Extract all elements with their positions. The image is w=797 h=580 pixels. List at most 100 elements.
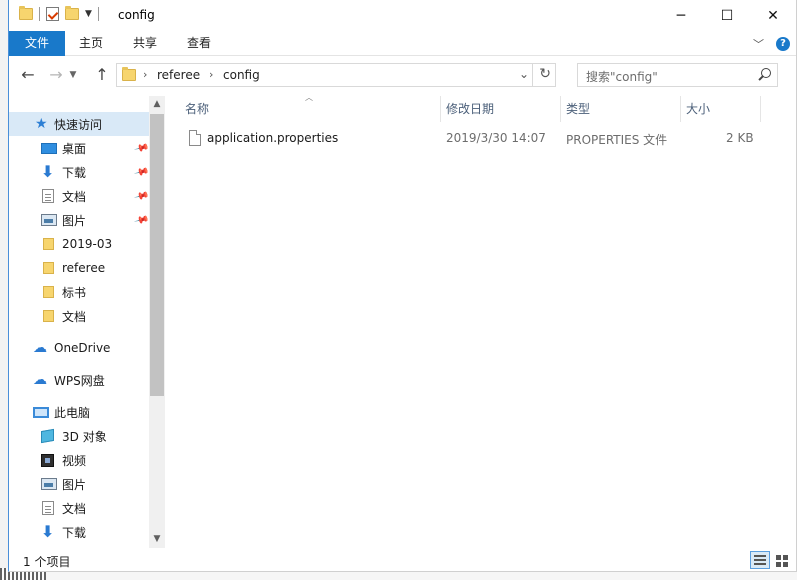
- folder-icon: [43, 262, 54, 274]
- nav-item-onedrive[interactable]: ☁ OneDrive: [9, 336, 149, 360]
- nav-item-label: 下载: [62, 165, 87, 180]
- column-divider[interactable]: [440, 96, 441, 122]
- address-history-chevron-icon[interactable]: ⌄: [519, 67, 529, 81]
- sort-ascending-icon: ︿: [305, 93, 313, 102]
- breadcrumb-config[interactable]: config: [223, 68, 260, 82]
- breadcrumb-separator[interactable]: ›: [209, 68, 213, 81]
- breadcrumb-referee[interactable]: referee: [157, 68, 200, 82]
- file-size: 2 KB: [726, 131, 754, 145]
- background-edge: [0, 0, 8, 580]
- search-icon[interactable]: [761, 68, 771, 78]
- pin-icon[interactable]: 📌: [133, 188, 149, 204]
- close-button[interactable]: ✕: [750, 0, 796, 31]
- up-button[interactable]: ↑: [91, 64, 113, 86]
- column-divider[interactable]: [560, 96, 561, 122]
- nav-item-label: 图片: [62, 477, 87, 492]
- tab-view[interactable]: 查看: [181, 31, 217, 56]
- address-bar[interactable]: › referee › config ⌄ ↻: [116, 63, 556, 87]
- recent-locations-dropdown[interactable]: ▼: [67, 64, 79, 86]
- nav-item-folder-biaoshu[interactable]: 标书: [9, 280, 149, 304]
- nav-item-desktop[interactable]: 桌面 📌: [9, 136, 149, 160]
- column-header-size[interactable]: 大小: [686, 96, 710, 122]
- nav-item-folder-documents[interactable]: 文档: [9, 304, 149, 328]
- maximize-button[interactable]: ☐: [704, 0, 750, 31]
- file-modified: 2019/3/30 14:07: [446, 131, 546, 145]
- document-icon: [42, 501, 54, 515]
- folder-icon: [122, 67, 136, 81]
- nav-item-quick-access[interactable]: ★ 快速访问: [9, 112, 149, 136]
- folder-icon: [43, 238, 54, 250]
- search-input[interactable]: 搜索"config": [586, 68, 658, 85]
- download-icon: ⬇: [41, 162, 55, 181]
- address-toolbar: ← → ▼ ↑ › referee › config ⌄ ↻ 搜索"config…: [9, 60, 796, 90]
- column-header-name[interactable]: 名称: [185, 96, 209, 122]
- file-name: application.properties: [207, 131, 339, 145]
- nav-item-label: referee: [62, 261, 106, 275]
- nav-item-pc-documents[interactable]: 文档: [9, 496, 149, 520]
- item-count: 1 个项目: [23, 555, 71, 569]
- details-view-icon: [754, 555, 766, 557]
- scroll-up-arrow-icon[interactable]: ▲: [149, 99, 165, 109]
- column-header-type[interactable]: 类型: [566, 96, 590, 122]
- folder-icon[interactable]: [19, 6, 33, 20]
- minimize-button[interactable]: ─: [658, 0, 704, 31]
- nav-item-label: 文档: [62, 189, 87, 204]
- scrollbar-thumb[interactable]: [150, 114, 164, 396]
- column-header-modified[interactable]: 修改日期: [446, 96, 494, 122]
- toolbar-divider: [39, 7, 40, 21]
- nav-item-label: 2019-03: [62, 237, 113, 251]
- tab-home[interactable]: 主页: [73, 31, 109, 56]
- refresh-icon[interactable]: ↻: [539, 66, 551, 82]
- tab-share[interactable]: 共享: [127, 31, 163, 56]
- ribbon-controls: ﹀ ?: [753, 36, 790, 52]
- nav-item-downloads[interactable]: ⬇ 下载 📌: [9, 160, 149, 184]
- file-icon: [189, 130, 201, 146]
- nav-item-label: 视频: [62, 453, 87, 468]
- search-box[interactable]: 搜索"config": [577, 63, 778, 87]
- help-icon[interactable]: ?: [776, 37, 790, 51]
- navigation-scrollbar[interactable]: ▲ ▼: [149, 96, 165, 548]
- 3d-objects-icon: [41, 428, 54, 444]
- nav-item-label: 文档: [62, 309, 87, 324]
- nav-item-pc-pictures[interactable]: 图片: [9, 472, 149, 496]
- pin-icon[interactable]: 📌: [133, 140, 149, 156]
- file-list: ︿ 名称 修改日期 类型 大小 application.properties 2…: [165, 93, 796, 548]
- nav-item-pc-downloads[interactable]: ⬇ 下载: [9, 520, 149, 544]
- ribbon-tabs: 文件 主页 共享 查看 ﹀ ?: [9, 31, 796, 56]
- nav-item-this-pc[interactable]: 此电脑: [9, 400, 149, 424]
- forward-button[interactable]: →: [45, 64, 67, 86]
- nav-item-pictures[interactable]: 图片 📌: [9, 208, 149, 232]
- picture-icon: [41, 478, 57, 490]
- nav-item-videos[interactable]: 视频: [9, 448, 149, 472]
- details-view-button[interactable]: [750, 551, 770, 569]
- scroll-down-arrow-icon[interactable]: ▼: [149, 534, 165, 544]
- title-bar: ▼ config ─ ☐ ✕: [9, 0, 796, 31]
- address-divider: [532, 64, 533, 86]
- column-divider[interactable]: [680, 96, 681, 122]
- breadcrumb-separator[interactable]: ›: [143, 68, 147, 81]
- table-row[interactable]: application.properties 2019/3/30 14:07 P…: [185, 128, 776, 150]
- back-button[interactable]: ←: [17, 64, 39, 86]
- wps-cloud-icon: ☁: [33, 372, 47, 388]
- folder-icon: [43, 310, 54, 322]
- large-icons-view-icon: [776, 555, 781, 560]
- properties-icon[interactable]: [46, 7, 59, 21]
- navigation-pane: ★ 快速访问 桌面 📌 ⬇ 下载 📌 文档 📌 图片 📌 2019-03 ref…: [9, 96, 165, 548]
- nav-item-3d-objects[interactable]: 3D 对象: [9, 424, 149, 448]
- nav-item-folder-2019-03[interactable]: 2019-03: [9, 232, 149, 256]
- nav-item-wps-cloud[interactable]: ☁ WPS网盘: [9, 368, 149, 392]
- customize-toolbar-dropdown[interactable]: ▼: [85, 9, 92, 19]
- pin-icon[interactable]: 📌: [133, 164, 149, 180]
- new-folder-icon[interactable]: [65, 6, 79, 20]
- large-icons-view-button[interactable]: [772, 551, 792, 569]
- nav-item-folder-referee[interactable]: referee: [9, 256, 149, 280]
- picture-icon: [41, 214, 57, 226]
- column-divider[interactable]: [760, 96, 761, 122]
- tab-file[interactable]: 文件: [9, 31, 65, 56]
- nav-item-documents[interactable]: 文档 📌: [9, 184, 149, 208]
- expand-ribbon-chevron-icon[interactable]: ﹀: [753, 36, 764, 52]
- pin-icon[interactable]: 📌: [133, 212, 149, 228]
- nav-item-label: 快速访问: [54, 117, 103, 132]
- cloud-icon: ☁: [33, 340, 47, 356]
- computer-icon: [33, 406, 49, 418]
